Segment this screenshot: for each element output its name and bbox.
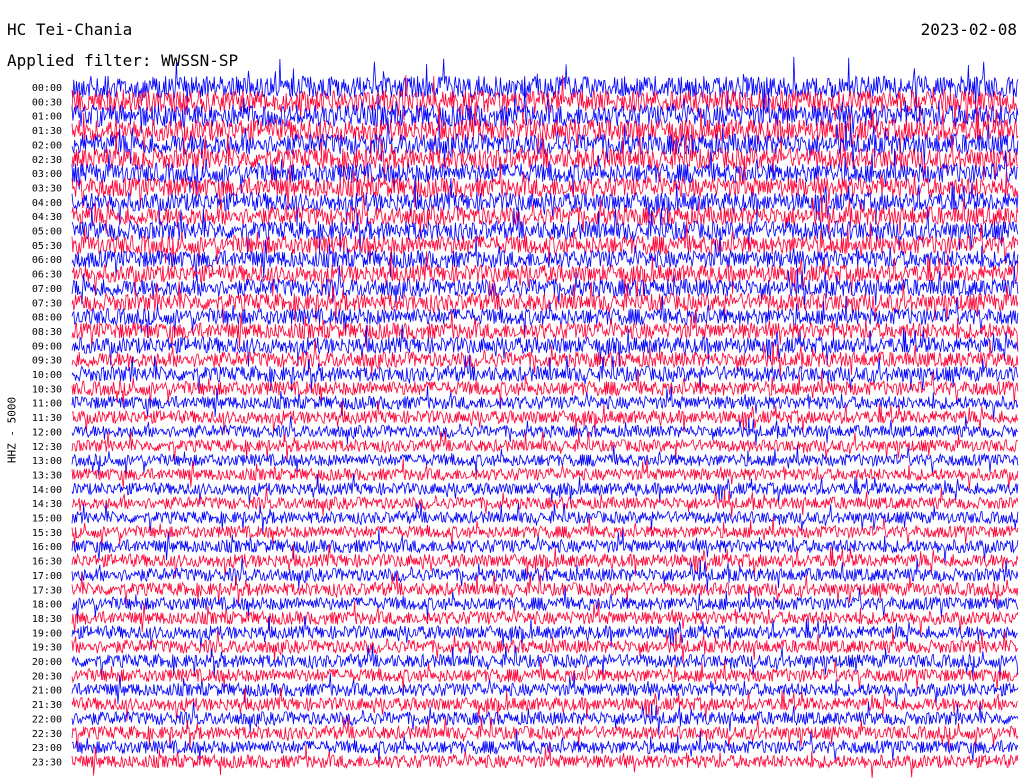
hour-tick-label: 19:00 — [32, 628, 62, 639]
hour-tick-label: 06:30 — [32, 270, 62, 281]
hour-tick-label: 21:30 — [32, 700, 62, 711]
hour-tick-label: 23:30 — [32, 757, 62, 768]
hour-tick-label: 12:30 — [32, 442, 62, 453]
hour-tick-label: 20:00 — [32, 657, 62, 668]
hour-tick-label: 10:30 — [32, 384, 62, 395]
hour-tick-label: 13:30 — [32, 470, 62, 481]
hour-tick-label: 16:30 — [32, 557, 62, 568]
hour-tick-label: 09:30 — [32, 356, 62, 367]
hour-tick-label: 02:00 — [32, 140, 62, 151]
hour-tick-label: 18:30 — [32, 614, 62, 625]
hour-tick-label: 10:00 — [32, 370, 62, 381]
hour-tick-label: 20:30 — [32, 671, 62, 682]
helicorder-plot: 00:00 00:30 01:00 01:30 02:00 02:30 03:00 03:30… — [32, 56, 1019, 779]
hour-tick-label: 18:00 — [32, 600, 62, 611]
hour-tick-label: 17:30 — [32, 585, 62, 596]
hour-tick-label: 11:00 — [32, 399, 62, 410]
hour-tick-label: 04:00 — [32, 198, 62, 209]
hour-tick-label: 05:30 — [32, 241, 62, 252]
hour-tick-label: 21:00 — [32, 686, 62, 697]
hour-tick-label: 15:00 — [32, 514, 62, 525]
seismogram-page: HC Tei-Chania 2023-02-08 Applied filter:… — [0, 0, 1024, 780]
hour-tick-label: 12:00 — [32, 427, 62, 438]
hour-tick-label: 06:00 — [32, 255, 62, 266]
hour-tick-label: 00:30 — [32, 97, 62, 108]
hour-tick-label: 09:00 — [32, 341, 62, 352]
hour-tick-label: 03:30 — [32, 183, 62, 194]
hour-tick-label: 22:00 — [32, 714, 62, 725]
hour-tick-label: 04:30 — [32, 212, 62, 223]
hour-tick-label: 23:00 — [32, 743, 62, 754]
trace-row-2200 — [71, 701, 1019, 735]
hour-tick-label: 17:00 — [32, 571, 62, 582]
hour-tick-label: 16:00 — [32, 542, 62, 553]
hour-tick-label: 01:30 — [32, 126, 62, 137]
hour-tick-label: 02:30 — [32, 155, 62, 166]
hour-tick-label: 08:00 — [32, 313, 62, 324]
hour-tick-label: 05:00 — [32, 227, 62, 238]
hour-tick-label: 00:00 — [32, 83, 62, 94]
hour-tick-label: 19:30 — [32, 643, 62, 654]
hour-tick-label: 07:30 — [32, 298, 62, 309]
hour-tick-label: 01:00 — [32, 112, 62, 123]
hour-tick-label: 03:00 — [32, 169, 62, 180]
trace-row-1730 — [71, 572, 1019, 607]
hour-tick-label: 13:00 — [32, 456, 62, 467]
hour-tick-label: 07:00 — [32, 284, 62, 295]
trace-row-1300 — [71, 444, 1019, 476]
hour-tick-label: 08:30 — [32, 327, 62, 338]
hour-tick-label: 11:30 — [32, 413, 62, 424]
hour-tick-label: 14:30 — [32, 499, 62, 510]
hour-tick-label: 22:30 — [32, 729, 62, 740]
hour-tick-label: 14:00 — [32, 485, 62, 496]
hour-tick-label: 15:30 — [32, 528, 62, 539]
